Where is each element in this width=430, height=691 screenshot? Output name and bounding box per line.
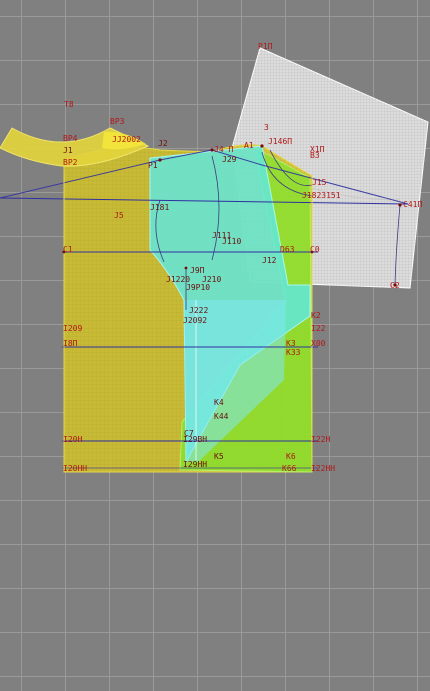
point-label: I22HH — [311, 464, 336, 473]
point-label: J12 — [262, 256, 277, 265]
point-label: J9П — [190, 266, 205, 275]
point-label: J181 — [150, 203, 170, 212]
point-label: I20H — [63, 435, 83, 444]
point-label: K5 — [214, 452, 224, 461]
point-label: I29HH — [183, 460, 208, 469]
point-label: P1 — [148, 161, 158, 170]
point-label: JJ2002 — [112, 135, 141, 144]
point-label: I8П — [63, 339, 78, 348]
point-label: X00 — [311, 339, 326, 348]
point-label: J146П — [268, 137, 293, 146]
point-label: I209 — [63, 324, 83, 333]
pattern-canvas[interactable]: T8 P1П BP3 JJ2002 BP4 J1 BP2 J2 P1 3 J14… — [0, 0, 430, 691]
point-label: J2092 — [183, 316, 208, 325]
point-label: K6 — [286, 452, 296, 461]
point-label: B3 — [310, 151, 320, 160]
point-label: BP2 — [63, 158, 78, 167]
point-label: K66 — [282, 464, 297, 473]
point-label: BP3 — [110, 117, 125, 126]
point-label: I22 — [311, 324, 326, 333]
point-label: K4 — [214, 398, 224, 407]
point-label: J5 — [114, 211, 124, 220]
point-label: C2 — [390, 281, 400, 290]
point-label: T8 — [64, 100, 74, 109]
point-label: 3 — [264, 123, 269, 132]
point-label: BP4 — [63, 134, 78, 143]
point-label: J222 — [189, 306, 209, 315]
point-label: A1 — [244, 141, 254, 150]
point-label: K2 — [311, 311, 321, 320]
point-label: J1 — [63, 146, 73, 155]
point-label: D63 — [280, 245, 295, 254]
point-label: J2 — [158, 139, 168, 148]
point-label: J110 — [222, 237, 242, 246]
point-label: K44 — [214, 412, 229, 421]
point-label: I20HH — [63, 464, 88, 473]
point-label: J4 П — [214, 145, 234, 154]
point-label: J9P10 — [186, 283, 211, 292]
point-label: K3 — [286, 339, 296, 348]
point-label: C0 — [310, 245, 320, 254]
point-label: J15 — [312, 178, 327, 187]
point-label: J1823151 — [302, 191, 341, 200]
point-label: I22H — [311, 435, 331, 444]
point-label: K33 — [286, 348, 301, 357]
point-label: P1П — [258, 42, 273, 51]
point-label: C1 — [63, 245, 73, 254]
point-label: J29 — [222, 155, 237, 164]
point-label: C41П — [403, 200, 423, 209]
point-label: I29BH — [183, 435, 208, 444]
